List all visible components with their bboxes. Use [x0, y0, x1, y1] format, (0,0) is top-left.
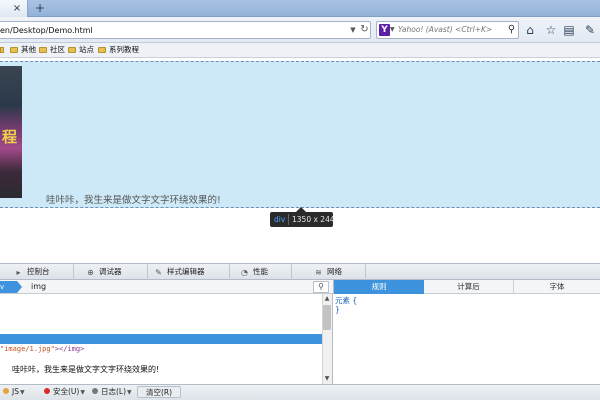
search-icon[interactable]: ⚲: [506, 23, 517, 36]
scroll-up-icon[interactable]: ▲: [323, 295, 331, 303]
scrollbar-thumb[interactable]: [323, 305, 331, 330]
console-filter-bar: [0, 384, 600, 400]
yahoo-engine-icon[interactable]: Y: [379, 24, 390, 36]
style-editor-icon: ✎: [155, 268, 162, 277]
new-tab-button[interactable]: +: [33, 2, 47, 15]
url-text[interactable]: en/Desktop/Demo.html: [0, 25, 300, 36]
tab-debugger[interactable]: ⊕ 调试器: [80, 263, 148, 280]
rules-panel: [334, 294, 600, 384]
network-icon: ≋: [315, 268, 322, 277]
clear-button[interactable]: 清空(R): [137, 386, 181, 398]
js-dot-icon: [3, 388, 9, 394]
chevron-down-icon: ▼: [80, 389, 85, 396]
tab-performance[interactable]: ◔ 性能: [234, 263, 292, 280]
wrench-icon[interactable]: ✎: [583, 22, 597, 38]
close-tab-icon[interactable]: ×: [11, 3, 23, 14]
search-input[interactable]: Yahoo! (Avast) <Ctrl+K>: [398, 24, 503, 36]
breadcrumb-arrow: [17, 281, 22, 293]
selected-node-row[interactable]: [0, 334, 322, 344]
tab-style-editor[interactable]: ✎ 样式编辑器: [148, 263, 230, 280]
wrapped-paragraph: 哇咔咔，我生来是做文字文字环绕效果的!: [46, 195, 221, 206]
book-cover-title: 程: [2, 128, 18, 146]
folder-icon: [98, 47, 106, 53]
tab-fonts[interactable]: 字体: [514, 280, 600, 294]
filter-js[interactable]: JS▼: [3, 385, 41, 399]
engine-dropdown-icon[interactable]: ▼: [390, 24, 396, 36]
tab-computed[interactable]: 计算后: [424, 280, 514, 294]
scroll-down-icon[interactable]: ▼: [323, 375, 331, 383]
reload-icon[interactable]: ↻: [359, 23, 370, 36]
tab-rules[interactable]: 规则: [334, 280, 424, 294]
tab-network[interactable]: ≋ 网络: [308, 263, 366, 280]
security-dot-icon: [44, 388, 50, 394]
breadcrumb-item-label: v: [0, 283, 5, 291]
breadcrumb-item-img[interactable]: img: [31, 281, 61, 293]
filter-security[interactable]: 安全(U)▼: [44, 385, 90, 399]
home-icon[interactable]: ⌂: [523, 22, 537, 38]
tab-strip: [0, 0, 600, 17]
infobar-dimensions: 1350 x 244: [292, 215, 335, 224]
markup-search-icon[interactable]: ⚲: [313, 281, 329, 293]
tab-console[interactable]: ▸ 控制台: [8, 263, 74, 280]
folder-icon: [10, 47, 18, 53]
chevron-down-icon: ▼: [19, 389, 25, 396]
bookmark-folder-tutorials[interactable]: 系列教程: [98, 44, 168, 56]
console-icon: ▸: [16, 268, 21, 277]
performance-icon: ◔: [241, 268, 248, 277]
filter-log[interactable]: 日志(L)▼: [92, 385, 136, 399]
bookmark-folder-community[interactable]: 社区: [39, 44, 69, 56]
reading-list-icon[interactable]: ▤: [562, 22, 576, 38]
markup-line-img[interactable]: "image/1.jpg"></img>: [0, 344, 320, 355]
folder-icon: [39, 47, 47, 53]
attr-value: "image/1.jpg": [0, 345, 55, 353]
bookmark-folder-sites[interactable]: 站点: [68, 44, 98, 56]
infobar-tag: div: [274, 215, 286, 224]
tag-close: ></img>: [54, 345, 85, 353]
infobar-separator: [288, 214, 289, 225]
debugger-icon: ⊕: [87, 268, 94, 277]
url-history-dropdown-icon[interactable]: ▼: [348, 24, 358, 36]
bookmark-star-icon[interactable]: ☆: [544, 22, 558, 38]
log-dot-icon: [92, 388, 98, 394]
chevron-down-icon: ▼: [127, 389, 132, 396]
folder-icon: [68, 47, 76, 53]
inspected-div-highlight: [0, 61, 600, 208]
element-rule-close: }: [335, 305, 340, 314]
bookmark-overflow[interactable]: [0, 44, 4, 56]
markup-text-node[interactable]: 哇咔咔，我生来是做文字文字环绕效果的!: [12, 364, 272, 375]
